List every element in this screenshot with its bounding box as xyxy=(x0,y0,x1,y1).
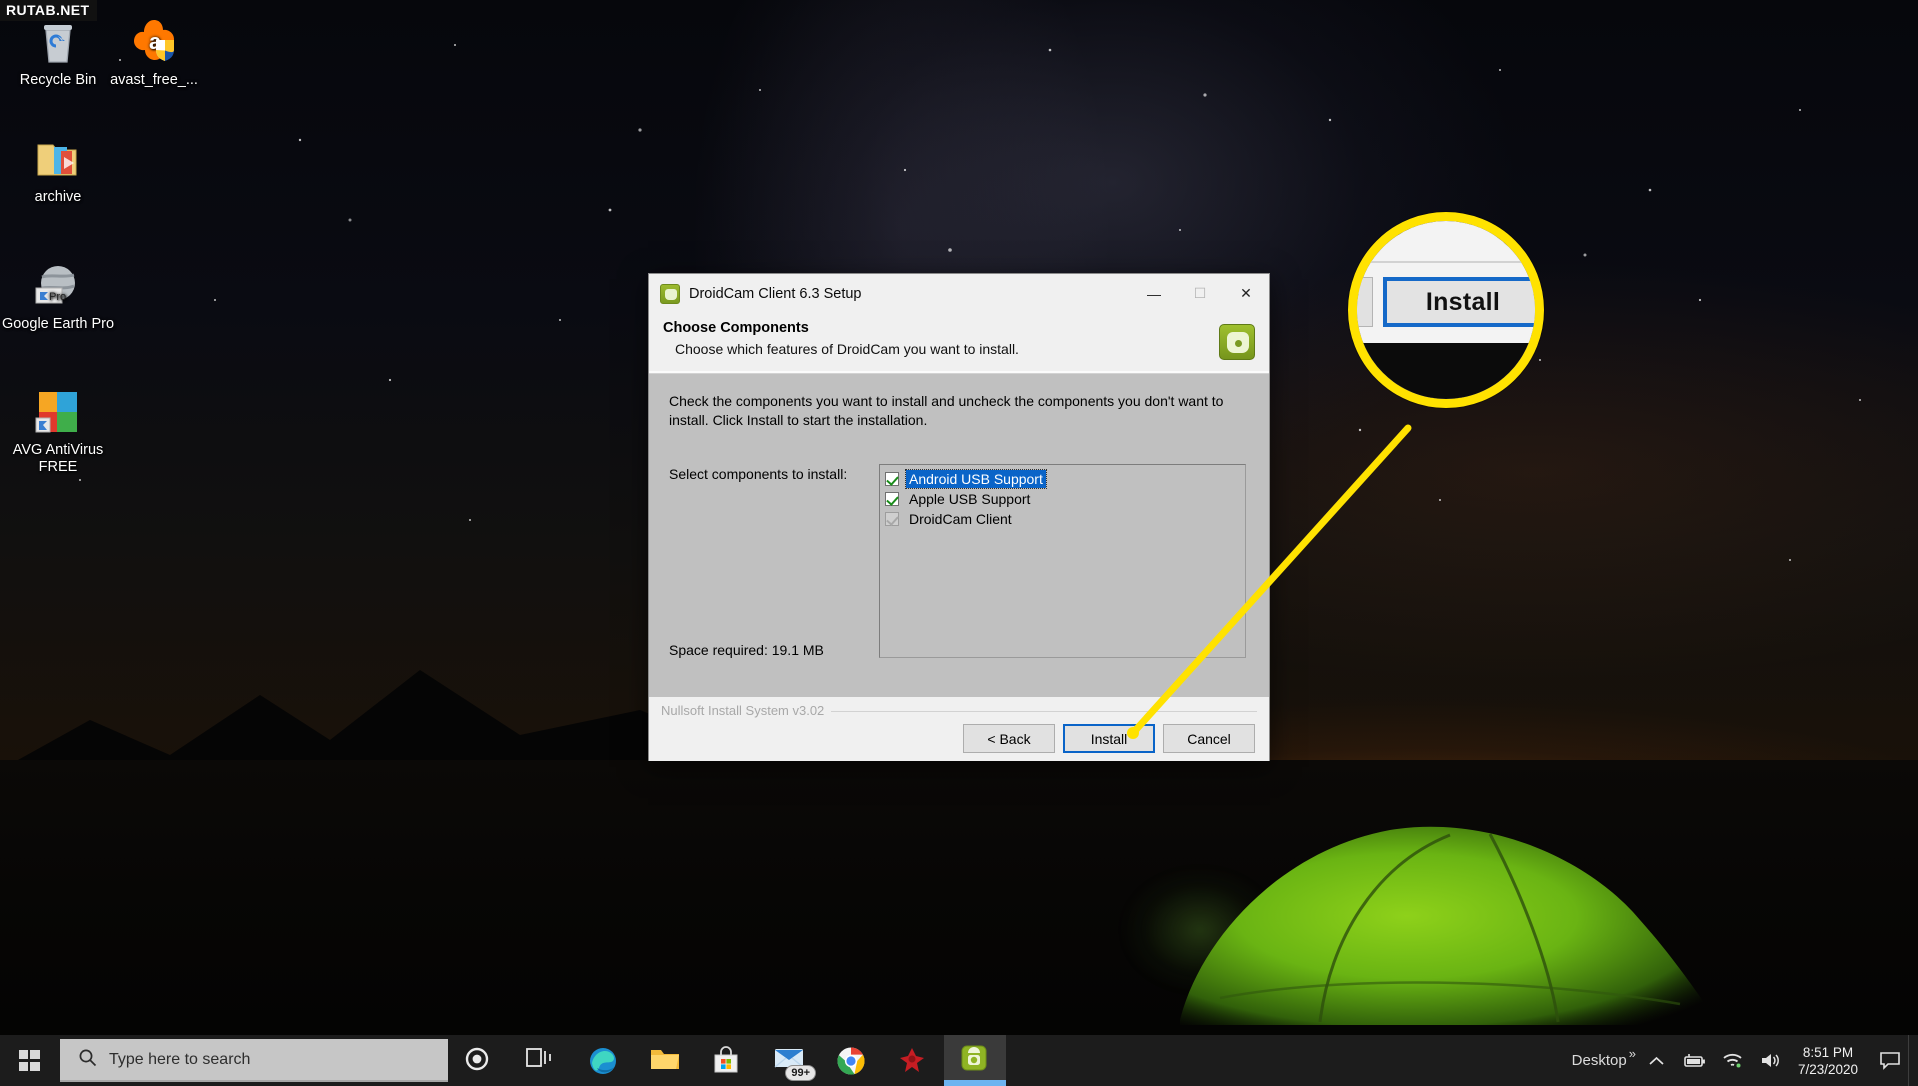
desktop-icon-avg-antivirus-free[interactable]: AVG AntiVirus FREE xyxy=(0,388,116,476)
window-buttons[interactable]: — ☐ ✕ xyxy=(1131,274,1269,313)
battery-icon[interactable] xyxy=(1676,1035,1714,1086)
desktop-icon-label: Google Earth Pro xyxy=(1,316,115,332)
desktop-icon-label: AVG AntiVirus FREE xyxy=(12,442,104,475)
site-watermark: RUTAB.NET xyxy=(0,0,98,21)
checkbox-icon[interactable] xyxy=(885,492,899,506)
search-placeholder: Type here to search xyxy=(109,1050,251,1068)
maximize-button: ☐ xyxy=(1193,285,1207,301)
archive-folder-icon xyxy=(34,135,82,183)
magnifier-dark-edge xyxy=(1357,343,1535,399)
cortana-icon xyxy=(464,1046,494,1076)
taskbar[interactable]: Type here to search 99+ Desktop » 8:51 P… xyxy=(0,1035,1918,1086)
search-icon xyxy=(78,1048,97,1072)
svg-text:Pro: Pro xyxy=(49,291,66,303)
component-label: DroidCam Client xyxy=(909,511,1012,527)
magnified-install-button: Install xyxy=(1383,277,1535,327)
close-button[interactable]: ✕ xyxy=(1223,274,1269,313)
microsoft-edge-icon xyxy=(588,1046,618,1076)
file-explorer-icon xyxy=(650,1046,680,1076)
recycle-bin-icon xyxy=(34,18,82,66)
tray-chevron-up-icon[interactable] xyxy=(1638,1035,1676,1086)
search-input[interactable]: Type here to search xyxy=(60,1039,448,1082)
taskbar-item-microsoft-store[interactable] xyxy=(696,1035,758,1086)
instructions-text: Check the components you want to install… xyxy=(669,393,1224,428)
droidcam-setup-dialog[interactable]: DroidCam Client 6.3 Setup — ☐ ✕ Choose C… xyxy=(648,273,1270,761)
droidcam-icon xyxy=(960,1044,990,1074)
component-label: Apple USB Support xyxy=(909,491,1031,507)
volume-icon[interactable] xyxy=(1752,1035,1790,1086)
droidcam-header-icon xyxy=(1219,324,1255,360)
google-earth-icon: Pro xyxy=(34,262,82,310)
dialog-header: Choose Components Choose which features … xyxy=(649,313,1269,374)
desktop[interactable]: RUTAB.NET Recycle Bin a avast_free_... a… xyxy=(0,0,1918,1086)
checkbox-icon xyxy=(885,512,899,526)
task-view-icon xyxy=(526,1046,556,1076)
magnifier-divider xyxy=(1357,261,1535,263)
microsoft-store-icon xyxy=(712,1045,742,1076)
tray-desktop-label[interactable]: Desktop xyxy=(1562,1052,1631,1069)
components-listbox[interactable]: Android USB Support Apple USB Support Dr… xyxy=(879,464,1246,658)
space-required-label: Space required: 19.1 MB xyxy=(669,642,824,658)
dialog-footer: Nullsoft Install System v3.02 < Back Ins… xyxy=(649,697,1269,761)
install-button[interactable]: Install xyxy=(1063,724,1155,753)
magnifier-partial-button xyxy=(1357,277,1373,327)
red-app-icon xyxy=(898,1046,928,1076)
back-button[interactable]: < Back xyxy=(963,724,1055,753)
avg-antivirus-icon xyxy=(34,388,82,436)
taskbar-item-red-app[interactable] xyxy=(882,1035,944,1086)
desktop-icon-archive-folder[interactable]: archive xyxy=(0,135,116,206)
minimize-button[interactable]: — xyxy=(1131,274,1177,313)
component-item[interactable]: Android USB Support xyxy=(883,469,1242,489)
taskbar-item-mail[interactable]: 99+ xyxy=(758,1035,820,1086)
avast-icon: a xyxy=(130,18,178,66)
start-button[interactable] xyxy=(0,1035,58,1086)
system-tray[interactable]: Desktop » 8:51 PM 7/23/2020 xyxy=(1562,1035,1918,1086)
footer-buttons[interactable]: < Back Install Cancel xyxy=(963,724,1255,753)
google-chrome-icon xyxy=(836,1046,866,1076)
dialog-titlebar[interactable]: DroidCam Client 6.3 Setup — ☐ ✕ xyxy=(649,274,1269,313)
desktop-icon-google-earth-pro[interactable]: Pro Google Earth Pro xyxy=(0,262,116,333)
cancel-button[interactable]: Cancel xyxy=(1163,724,1255,753)
clock-time: 8:51 PM xyxy=(1802,1044,1854,1060)
windows-logo-icon xyxy=(18,1050,40,1071)
green-tent xyxy=(1180,826,1720,1025)
droidcam-titlebar-icon xyxy=(660,283,680,304)
wifi-icon[interactable] xyxy=(1714,1035,1752,1086)
dialog-title: DroidCam Client 6.3 Setup xyxy=(689,285,862,302)
tray-overflow-icon[interactable]: » xyxy=(1629,1046,1636,1061)
notification-center-icon[interactable] xyxy=(1872,1035,1908,1086)
taskbar-item-droidcam-client[interactable] xyxy=(944,1035,1006,1086)
taskbar-item-file-explorer[interactable] xyxy=(634,1035,696,1086)
clock-date: 7/23/2020 xyxy=(1797,1061,1858,1077)
component-item: DroidCam Client xyxy=(883,509,1242,529)
desktop-icon-label: archive xyxy=(34,189,82,205)
select-components-label: Select components to install: xyxy=(669,466,848,482)
page-subtitle: Choose which features of DroidCam you wa… xyxy=(675,341,1019,357)
dialog-body: Check the components you want to install… xyxy=(649,374,1269,697)
taskbar-item-google-chrome[interactable] xyxy=(820,1035,882,1086)
mail-badge: 99+ xyxy=(785,1065,816,1081)
taskbar-item-cortana[interactable] xyxy=(448,1035,510,1086)
checkbox-icon[interactable] xyxy=(885,472,899,486)
component-label: Android USB Support xyxy=(905,469,1047,489)
desktop-icon-label: avast_free_... xyxy=(110,72,198,88)
desktop-icon-avast-installer[interactable]: a avast_free_... xyxy=(96,18,212,89)
tray-clock[interactable]: 8:51 PM 7/23/2020 xyxy=(1790,1044,1872,1078)
taskbar-item-microsoft-edge[interactable] xyxy=(572,1035,634,1086)
magnifier-content: Install xyxy=(1357,221,1535,399)
taskbar-item-task-view[interactable] xyxy=(510,1035,572,1086)
show-desktop-button[interactable] xyxy=(1908,1035,1918,1086)
page-title: Choose Components xyxy=(663,320,809,336)
component-item[interactable]: Apple USB Support xyxy=(883,489,1242,509)
nsis-branding: Nullsoft Install System v3.02 xyxy=(661,703,825,718)
install-button-magnifier-callout: Install xyxy=(1348,212,1544,408)
footer-divider xyxy=(831,711,1257,712)
